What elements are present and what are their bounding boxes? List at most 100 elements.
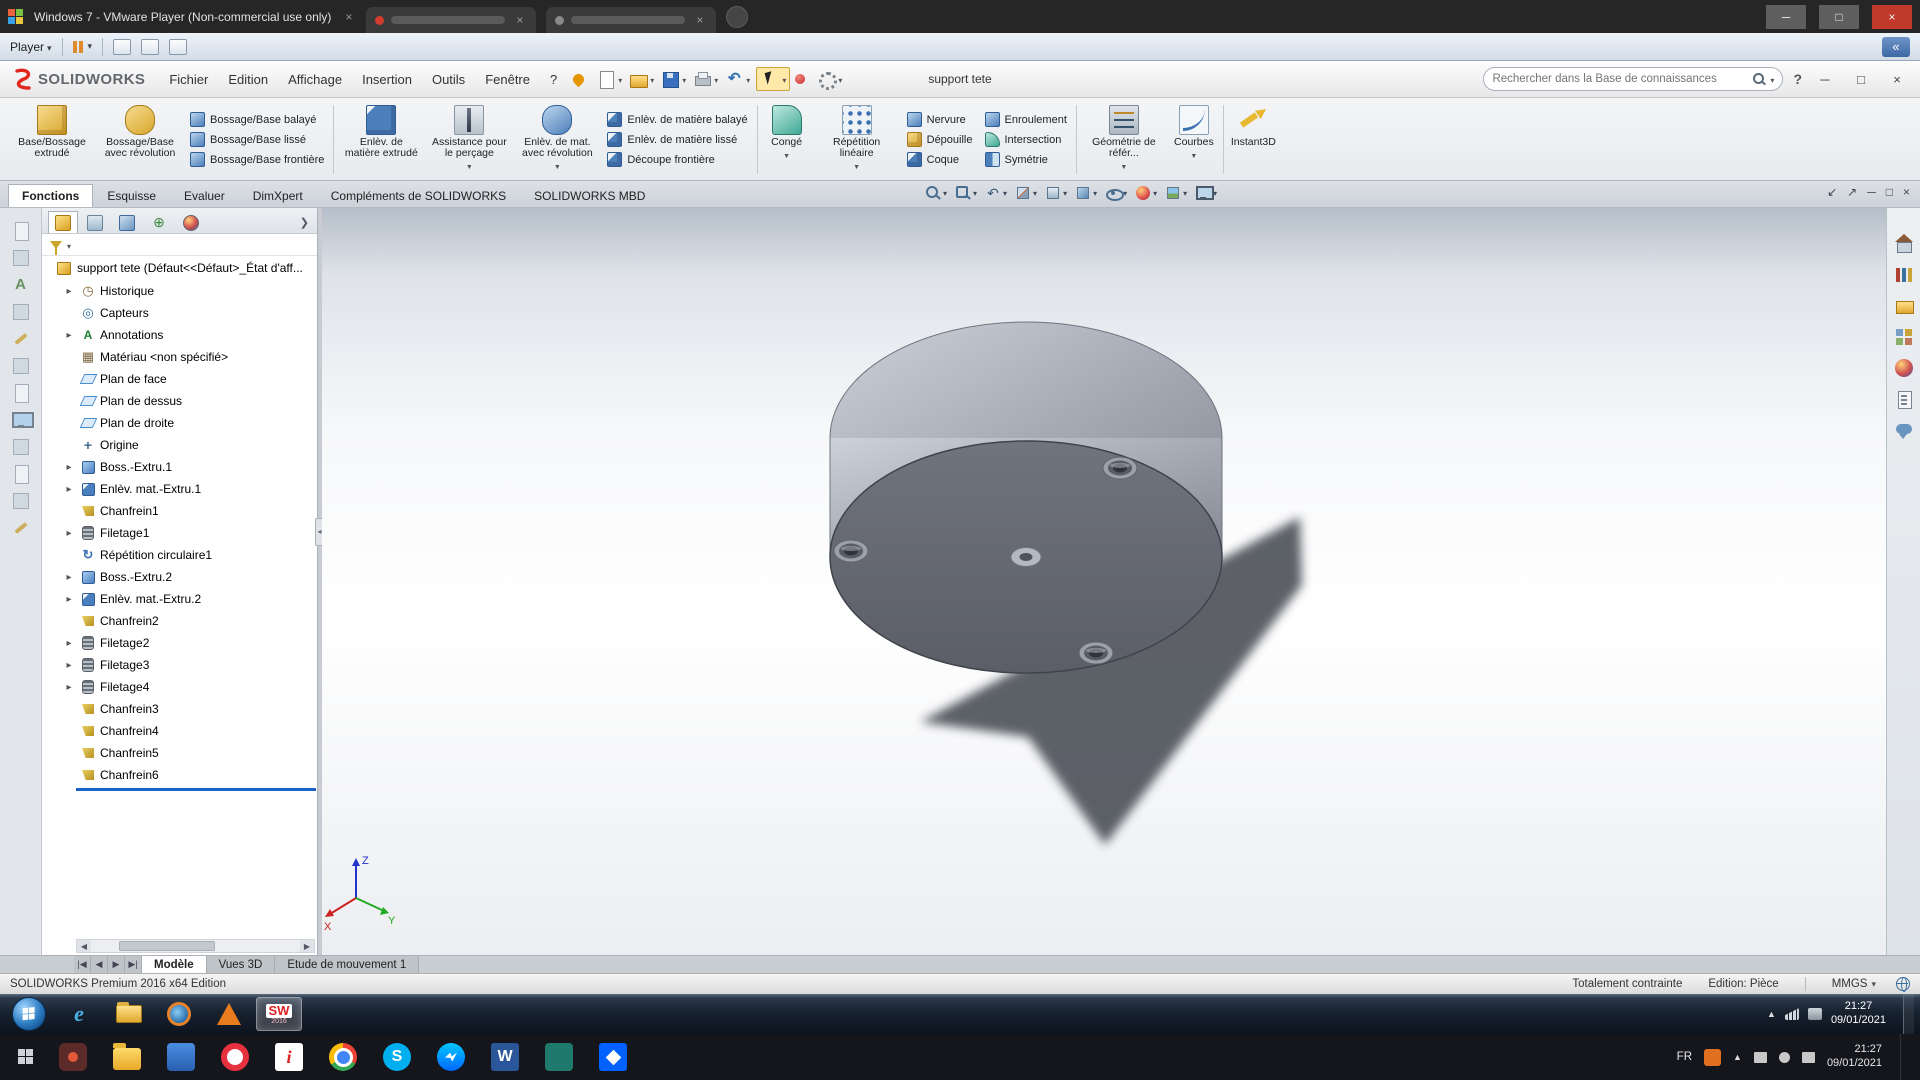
firefox-icon[interactable] xyxy=(156,997,202,1031)
volume-icon[interactable] xyxy=(1808,1008,1822,1020)
apply-scene-icon[interactable] xyxy=(1164,184,1187,202)
edit-appearance-icon[interactable] xyxy=(1134,184,1157,202)
left-tool-10[interactable] xyxy=(9,462,33,486)
dock-pane-icon[interactable]: ↙ xyxy=(1827,185,1837,199)
shell-button[interactable]: Coque xyxy=(907,152,973,167)
skype-icon[interactable]: S xyxy=(375,1037,419,1077)
network-icon[interactable] xyxy=(1754,1052,1767,1063)
app-close-button[interactable]: × xyxy=(1884,68,1910,90)
dropdown-arrow-icon[interactable] xyxy=(466,161,473,173)
opera-icon[interactable] xyxy=(213,1037,257,1077)
tree-item[interactable]: Répétition circulaire1 xyxy=(42,544,317,566)
expand-arrow-icon[interactable] xyxy=(62,528,76,539)
left-tool-9[interactable] xyxy=(9,435,33,459)
extruded-cut-button[interactable]: Enlèv. de matière extrudé xyxy=(337,101,425,178)
search-scope-dropdown[interactable] xyxy=(1770,72,1774,86)
vlc-icon[interactable] xyxy=(206,997,252,1031)
tree-item[interactable]: Filetage4 xyxy=(42,676,317,698)
hole-wizard-button[interactable]: Assistance pour le perçage xyxy=(425,101,513,178)
menu-aide[interactable]: ? xyxy=(540,67,567,92)
draft-button[interactable]: Dépouille xyxy=(907,132,973,147)
minimize-button[interactable]: ─ xyxy=(1766,5,1806,29)
swept-boss-button[interactable]: Bossage/Base balayé xyxy=(190,112,324,127)
filter-dropdown-icon[interactable] xyxy=(67,238,71,252)
extruded-boss-button[interactable]: Base/Bossage extrudé xyxy=(8,101,96,178)
expand-arrow-icon[interactable] xyxy=(62,594,76,605)
left-tool-12[interactable] xyxy=(9,516,33,540)
tab-scroll-left-icon[interactable]: ◀ xyxy=(91,956,108,973)
app-minimize-button[interactable]: ─ xyxy=(1812,68,1838,90)
network-icon[interactable] xyxy=(1785,1008,1799,1020)
ctrl-alt-del-icon[interactable] xyxy=(113,39,131,55)
tab-esquisse[interactable]: Esquisse xyxy=(93,184,170,207)
tab-complements[interactable]: Compléments de SOLIDWORKS xyxy=(317,184,520,207)
swept-cut-button[interactable]: Enlèv. de matière balayé xyxy=(607,112,747,127)
dropdown-arrow-icon[interactable] xyxy=(554,161,561,173)
tree-item[interactable]: Enlèv. mat.-Extru.1 xyxy=(42,478,317,500)
propertymanager-tab[interactable] xyxy=(80,211,110,233)
info-app-icon[interactable]: i xyxy=(267,1037,311,1077)
unity-mode-icon[interactable] xyxy=(169,39,187,55)
app-restore-button[interactable]: □ xyxy=(1848,68,1874,90)
start-button[interactable] xyxy=(12,997,46,1031)
expand-arrow-icon[interactable] xyxy=(62,660,76,671)
tray-app-icon[interactable] xyxy=(1704,1049,1721,1066)
app-icon-2[interactable] xyxy=(159,1037,203,1077)
app-icon-1[interactable] xyxy=(51,1037,95,1077)
tree-horizontal-scrollbar[interactable]: ◀ ▶ xyxy=(76,939,315,953)
design-library-icon[interactable] xyxy=(1893,264,1915,286)
internet-explorer-icon[interactable]: e xyxy=(56,997,102,1031)
tab-etude-mouvement[interactable]: Etude de mouvement 1 xyxy=(275,956,419,973)
close-icon[interactable]: × xyxy=(692,13,707,27)
options-button[interactable] xyxy=(816,69,842,89)
tree-item[interactable]: Boss.-Extru.2 xyxy=(42,566,317,588)
pin-menu-icon[interactable] xyxy=(571,71,587,87)
expand-panel-icon[interactable]: ❯ xyxy=(300,216,317,233)
host-clock[interactable]: 21:27 09/01/2021 xyxy=(1827,1043,1882,1071)
tree-root-item[interactable]: support tete (Défaut<<Défaut>_État d'aff… xyxy=(42,256,317,280)
configurationmanager-tab[interactable] xyxy=(112,211,142,233)
battery-icon[interactable] xyxy=(1802,1052,1815,1063)
hidden-icons-button[interactable]: ▲ xyxy=(1733,1052,1742,1062)
fullscreen-icon[interactable] xyxy=(141,39,159,55)
left-tool-11[interactable] xyxy=(9,489,33,513)
left-tool-8[interactable] xyxy=(9,408,33,432)
notification-center-button[interactable] xyxy=(1900,1034,1912,1080)
view-settings-icon[interactable] xyxy=(1194,184,1217,202)
appearances-icon[interactable] xyxy=(1893,357,1915,379)
save-button[interactable] xyxy=(660,69,686,89)
left-tool-7[interactable] xyxy=(9,381,33,405)
knowledge-base-search[interactable] xyxy=(1483,67,1783,91)
dropdown-arrow-icon[interactable] xyxy=(1190,150,1197,162)
tab-scroll-right-icon[interactable]: ▶ xyxy=(108,956,125,973)
curves-button[interactable]: Courbes xyxy=(1168,101,1220,178)
open-document-button[interactable] xyxy=(628,69,654,89)
menu-insertion[interactable]: Insertion xyxy=(352,67,422,92)
revolved-cut-button[interactable]: Enlèv. de mat. avec révolution xyxy=(513,101,601,178)
zoom-area-icon[interactable] xyxy=(954,184,977,202)
tree-item[interactable]: Chanfrein2 xyxy=(42,610,317,632)
forum-icon[interactable] xyxy=(1893,419,1915,441)
left-tool-2[interactable] xyxy=(9,246,33,270)
show-desktop-button[interactable] xyxy=(1903,994,1914,1034)
lofted-cut-button[interactable]: Enlèv. de matière lissé xyxy=(607,132,747,147)
expand-arrow-icon[interactable] xyxy=(62,638,76,649)
intersect-button[interactable]: Intersection xyxy=(985,132,1067,147)
expand-pane-icon[interactable]: ↗ xyxy=(1847,185,1857,199)
background-tab-1[interactable]: × xyxy=(366,7,536,33)
tree-item[interactable]: Plan de droite xyxy=(42,412,317,434)
tree-item[interactable]: Boss.-Extru.1 xyxy=(42,456,317,478)
displaymanager-tab[interactable] xyxy=(176,211,206,233)
player-menu[interactable]: Player xyxy=(10,40,52,54)
section-view-icon[interactable] xyxy=(1014,184,1037,202)
host-start-button[interactable] xyxy=(6,1037,46,1077)
linear-pattern-button[interactable]: Répétition linéaire xyxy=(813,101,901,178)
new-document-button[interactable] xyxy=(596,69,622,89)
tab-scroll-last-icon[interactable]: ▶| xyxy=(125,956,142,973)
windows-explorer-icon[interactable] xyxy=(106,997,152,1031)
zoom-fit-icon[interactable] xyxy=(924,184,947,202)
close-icon[interactable]: × xyxy=(512,13,527,27)
tree-item[interactable]: Annotations xyxy=(42,324,317,346)
tree-item[interactable]: Chanfrein4 xyxy=(42,720,317,742)
doc-minimize-button[interactable]: ─ xyxy=(1867,185,1876,199)
